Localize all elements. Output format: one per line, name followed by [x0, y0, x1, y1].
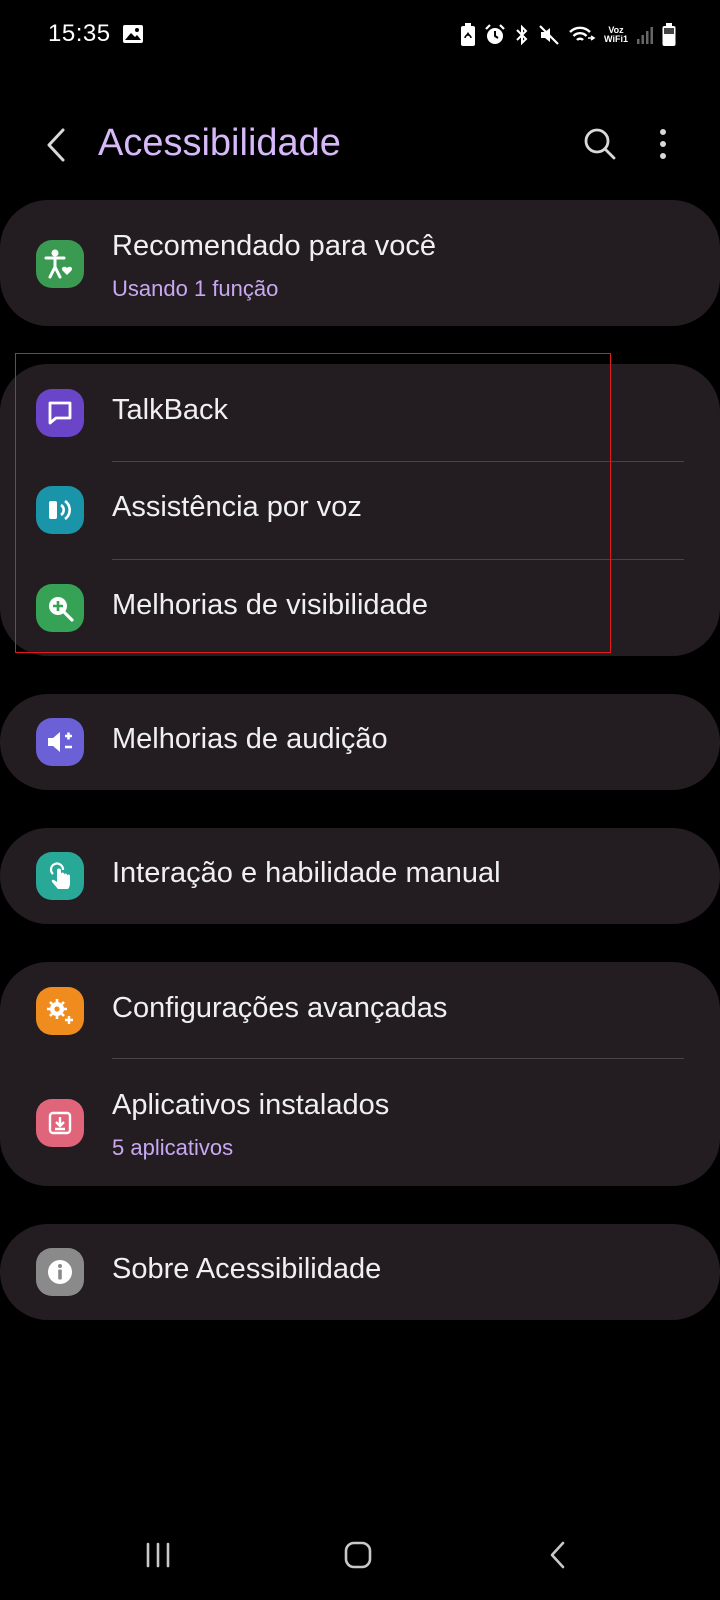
- alarm-icon: [485, 24, 505, 44]
- signal-icon: [637, 27, 653, 44]
- more-vertical-icon: [660, 129, 666, 159]
- vision-card: TalkBack Assistência por voz Melhorias d…: [0, 364, 720, 656]
- more-options-button[interactable]: [646, 122, 680, 166]
- status-bar: 15:35 Voz WiFi1: [0, 0, 720, 72]
- navigation-bar: [0, 1510, 720, 1600]
- touch-hand-icon: [36, 852, 84, 900]
- status-icons: Voz WiFi1: [460, 22, 676, 48]
- list-item-advanced[interactable]: Configurações avançadas: [0, 962, 720, 1060]
- installed-apps-title: Aplicativos instalados: [112, 1089, 390, 1121]
- home-icon: [344, 1541, 372, 1569]
- recommended-subtitle: Usando 1 função: [112, 276, 279, 301]
- battery-saver-icon: [461, 23, 475, 46]
- about-card: Sobre Acessibilidade: [0, 1224, 720, 1320]
- hearing-title: Melhorias de audição: [112, 723, 388, 755]
- bluetooth-icon: [516, 24, 528, 46]
- interaction-title: Interação e habilidade manual: [112, 857, 501, 889]
- mute-icon: [539, 25, 559, 45]
- list-item-installed-apps[interactable]: Aplicativos instalados 5 aplicativos: [0, 1059, 720, 1186]
- voice-assistant-title: Assistência por voz: [112, 491, 362, 523]
- voice-assistant-icon: [36, 486, 84, 534]
- talkback-title: TalkBack: [112, 394, 229, 426]
- voz-wifi-label: Voz WiFi1: [604, 25, 628, 44]
- gallery-icon: [123, 25, 143, 43]
- hearing-volume-icon: [36, 718, 84, 766]
- list-item-talkback[interactable]: TalkBack: [0, 364, 720, 462]
- about-title: Sobre Acessibilidade: [112, 1253, 382, 1285]
- installed-apps-download-icon: [36, 1099, 84, 1147]
- recent-apps-icon: [146, 1542, 170, 1568]
- recommended-title: Recomendado para você: [112, 230, 437, 262]
- accessibility-person-icon: [36, 240, 84, 288]
- home-button[interactable]: [328, 1532, 388, 1578]
- page-title: Acessibilidade: [98, 122, 341, 164]
- list-item-voice-assistant[interactable]: Assistência por voz: [0, 462, 720, 559]
- chevron-left-icon: [47, 128, 65, 162]
- list-item-visibility[interactable]: Melhorias de visibilidade: [0, 560, 720, 656]
- talkback-chat-icon: [36, 389, 84, 437]
- battery-icon: [662, 23, 676, 46]
- zoom-in-icon: [36, 584, 84, 632]
- wifi-calling-icon: [569, 26, 596, 41]
- recommended-card: Recomendado para você Usando 1 função: [0, 200, 720, 326]
- list-item-recommended[interactable]: Recomendado para você Usando 1 função: [0, 200, 720, 326]
- visibility-title: Melhorias de visibilidade: [112, 589, 428, 621]
- interaction-card: Interação e habilidade manual: [0, 828, 720, 924]
- list-item-about[interactable]: Sobre Acessibilidade: [0, 1224, 720, 1320]
- header: Acessibilidade: [0, 100, 720, 190]
- search-icon: [584, 128, 616, 160]
- status-time: 15:35: [48, 20, 111, 47]
- installed-apps-subtitle: 5 aplicativos: [112, 1135, 234, 1160]
- recent-apps-button[interactable]: [128, 1532, 188, 1578]
- advanced-title: Configurações avançadas: [112, 992, 448, 1024]
- list-item-interaction[interactable]: Interação e habilidade manual: [0, 828, 720, 924]
- back-button[interactable]: [36, 120, 76, 170]
- nav-back-button[interactable]: [528, 1532, 588, 1578]
- hearing-card: Melhorias de audição: [0, 694, 720, 790]
- search-button[interactable]: [578, 122, 622, 166]
- list-item-hearing[interactable]: Melhorias de audição: [0, 694, 720, 790]
- advanced-gears-icon: [36, 987, 84, 1035]
- back-icon: [550, 1541, 565, 1569]
- info-icon: [36, 1248, 84, 1296]
- advanced-card: Configurações avançadas Aplicativos inst…: [0, 962, 720, 1186]
